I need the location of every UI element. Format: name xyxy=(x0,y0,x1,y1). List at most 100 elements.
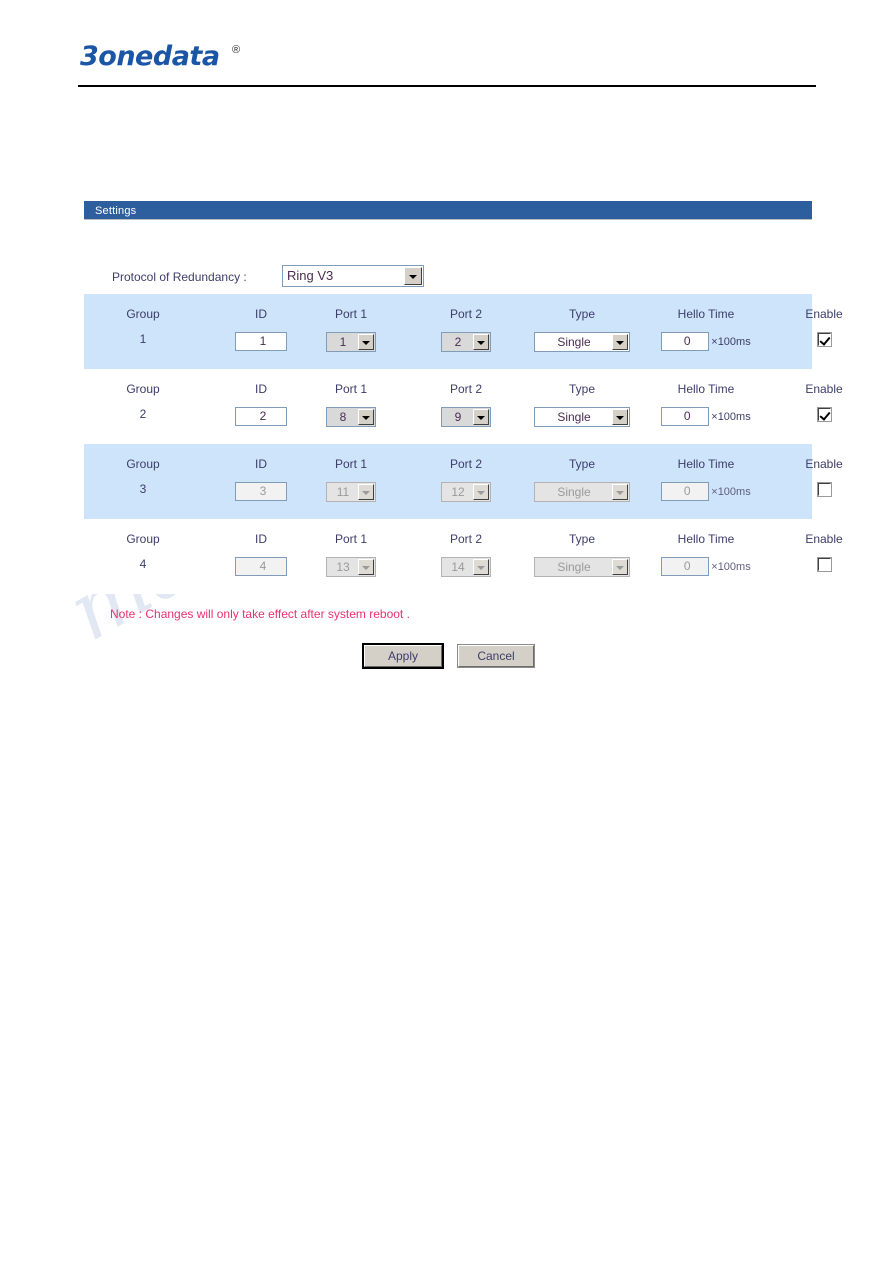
hello-time-unit: ×100ms xyxy=(711,410,751,423)
hello-time-cell: 0 ×100ms xyxy=(654,332,758,351)
enable-checkbox[interactable] xyxy=(816,332,832,348)
port1-select[interactable]: 1 xyxy=(326,332,376,352)
hello-time-cell: 0 ×100ms xyxy=(654,482,758,501)
port1-select[interactable]: 8 xyxy=(326,407,376,427)
type-select[interactable]: Single xyxy=(534,557,630,577)
chevron-down-icon[interactable] xyxy=(358,409,374,425)
registered-trademark-icon: ® xyxy=(232,44,241,56)
protocol-select-wrapper: Ring V3 xyxy=(282,265,424,287)
type-select[interactable]: Single xyxy=(534,332,630,352)
chevron-down-icon[interactable] xyxy=(473,409,489,425)
port2-select[interactable]: 2 xyxy=(441,332,491,352)
type-select[interactable]: Single xyxy=(534,482,630,502)
table-row: Group ID Port 1 Port 2 Type Hello Time E… xyxy=(84,519,843,594)
protocol-label: Protocol of Redundancy : xyxy=(112,270,247,284)
header-divider xyxy=(78,85,816,87)
settings-panel: Settings Protocol of Redundancy : Ring V… xyxy=(84,201,843,594)
id-input[interactable]: 1 xyxy=(235,332,287,351)
column-header-port1: Port 1 xyxy=(334,307,367,321)
id-input-cell: 3 xyxy=(216,482,306,501)
port2-select-cell: 12 xyxy=(421,482,511,502)
column-header-hello-time: Hello Time xyxy=(677,532,735,546)
enable-cell xyxy=(784,557,864,573)
hello-time-input[interactable]: 0 xyxy=(661,482,710,501)
type-select-cell: Single xyxy=(534,332,630,352)
chevron-down-icon[interactable] xyxy=(473,559,489,575)
port1-select-cell: 1 xyxy=(306,332,396,352)
port2-select-cell: 9 xyxy=(421,407,511,427)
hello-time-cell: 0 ×100ms xyxy=(654,407,758,426)
column-header-port1: Port 1 xyxy=(334,382,367,396)
page-header: 3onedata ® xyxy=(0,0,893,95)
id-input[interactable]: 3 xyxy=(235,482,287,501)
id-input-cell: 2 xyxy=(216,407,306,426)
chevron-down-icon[interactable] xyxy=(404,267,422,285)
hello-time-input[interactable]: 0 xyxy=(661,332,710,351)
column-header-id: ID xyxy=(255,532,267,546)
port2-select-cell: 14 xyxy=(421,557,511,577)
group-number: 3 xyxy=(139,482,147,496)
protocol-select[interactable]: Ring V3 xyxy=(282,265,424,287)
hello-time-unit: ×100ms xyxy=(711,335,751,348)
enable-checkbox[interactable] xyxy=(816,482,832,498)
type-select-cell: Single xyxy=(534,407,630,427)
chevron-down-icon[interactable] xyxy=(612,334,628,350)
chevron-down-icon[interactable] xyxy=(612,409,628,425)
port2-select[interactable]: 14 xyxy=(441,557,491,577)
enable-checkbox[interactable] xyxy=(816,407,832,423)
chevron-down-icon[interactable] xyxy=(473,334,489,350)
chevron-down-icon[interactable] xyxy=(358,334,374,350)
enable-cell xyxy=(784,332,864,348)
id-input[interactable]: 2 xyxy=(235,407,287,426)
reboot-note: Note : Changes will only take effect aft… xyxy=(110,607,410,621)
id-input[interactable]: 4 xyxy=(235,557,287,576)
hello-time-unit: ×100ms xyxy=(711,560,751,573)
port2-select[interactable]: 12 xyxy=(441,482,491,502)
column-header-group: Group xyxy=(126,532,160,546)
port2-select[interactable]: 9 xyxy=(441,407,491,427)
hello-time-input[interactable]: 0 xyxy=(661,557,710,576)
port1-select-cell: 11 xyxy=(306,482,396,502)
column-header-hello-time: Hello Time xyxy=(677,457,735,471)
type-select-cell: Single xyxy=(534,482,630,502)
enable-cell xyxy=(784,482,864,498)
column-header-port2: Port 2 xyxy=(449,532,482,546)
enable-checkbox[interactable] xyxy=(816,557,832,573)
column-header-hello-time: Hello Time xyxy=(677,382,735,396)
id-input-cell: 4 xyxy=(216,557,306,576)
column-header-type: Type xyxy=(568,532,595,546)
column-header-hello-time: Hello Time xyxy=(677,307,735,321)
column-header-enable: Enable xyxy=(805,457,843,471)
protocol-row: Protocol of Redundancy : Ring V3 xyxy=(84,220,812,294)
id-input-cell: 1 xyxy=(216,332,306,351)
column-header-group: Group xyxy=(126,382,160,396)
settings-titlebar: Settings xyxy=(84,201,812,220)
chevron-down-icon[interactable] xyxy=(358,484,374,500)
port1-select[interactable]: 13 xyxy=(326,557,376,577)
column-header-group: Group xyxy=(126,457,160,471)
column-header-enable: Enable xyxy=(805,307,843,321)
hello-time-input[interactable]: 0 xyxy=(661,407,710,426)
panel-title: Settings xyxy=(95,205,137,217)
group-number: 4 xyxy=(139,557,147,571)
chevron-down-icon[interactable] xyxy=(612,484,628,500)
column-header-port1: Port 1 xyxy=(334,457,367,471)
button-bar: Apply Cancel xyxy=(362,643,664,675)
group-number: 2 xyxy=(139,407,147,421)
type-select-cell: Single xyxy=(534,557,630,577)
column-header-type: Type xyxy=(568,307,595,321)
port1-select[interactable]: 11 xyxy=(326,482,376,502)
port1-select-cell: 8 xyxy=(306,407,396,427)
table-row: Group ID Port 1 Port 2 Type Hello Time E… xyxy=(84,444,843,519)
enable-cell xyxy=(784,407,864,423)
chevron-down-icon[interactable] xyxy=(473,484,489,500)
column-header-port2: Port 2 xyxy=(449,457,482,471)
table-row: Group ID Port 1 Port 2 Type Hello Time E… xyxy=(84,369,843,444)
column-header-port2: Port 2 xyxy=(449,307,482,321)
chevron-down-icon[interactable] xyxy=(358,559,374,575)
apply-button[interactable]: Apply xyxy=(362,643,444,669)
chevron-down-icon[interactable] xyxy=(612,559,628,575)
cancel-button[interactable]: Cancel xyxy=(457,644,535,668)
table-row: Group ID Port 1 Port 2 Type Hello Time E… xyxy=(84,294,843,369)
type-select[interactable]: Single xyxy=(534,407,630,427)
